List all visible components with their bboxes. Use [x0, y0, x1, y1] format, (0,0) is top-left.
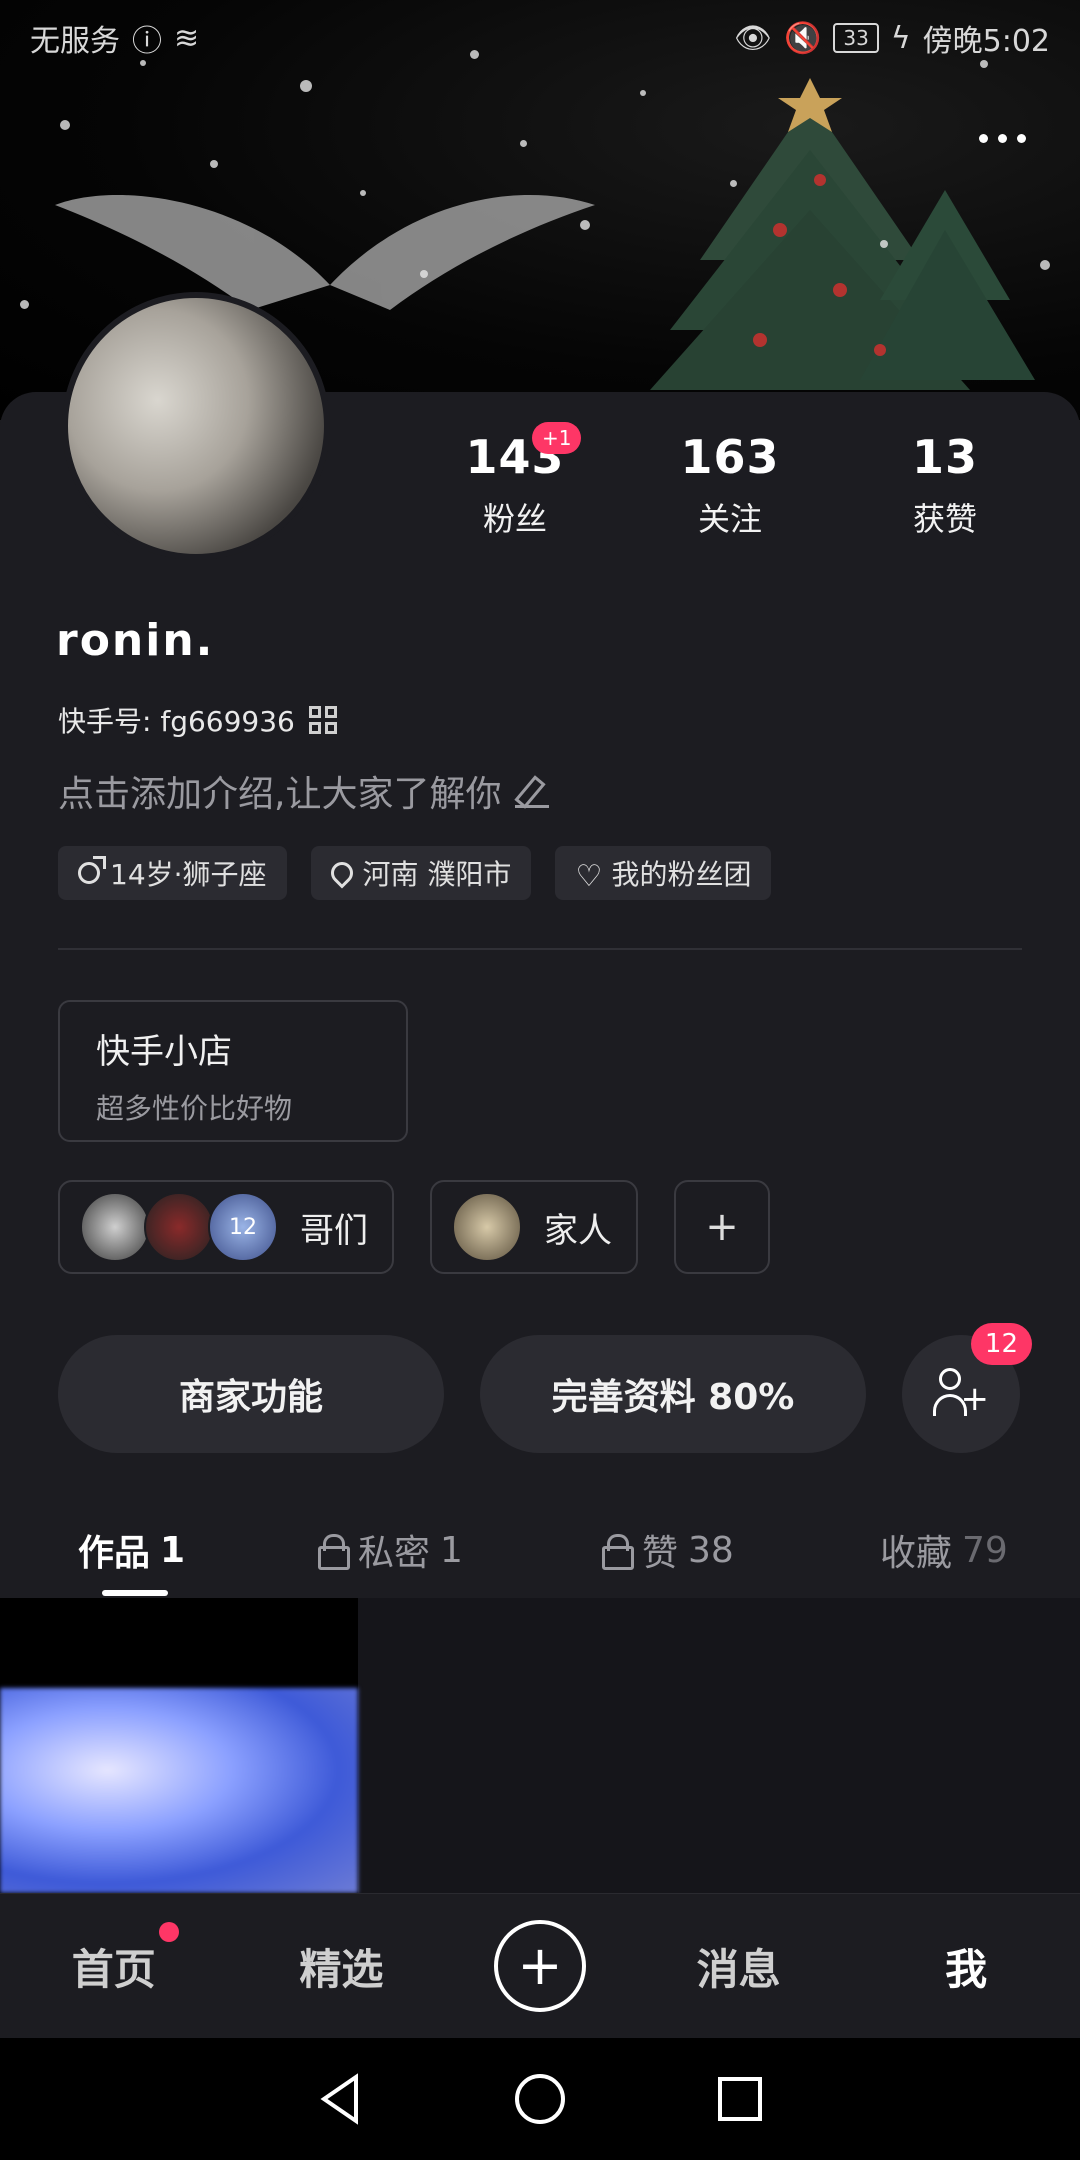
stat-followers[interactable]: 143 +1 粉丝 — [420, 422, 610, 540]
more-options-button[interactable] — [964, 120, 1040, 156]
stat-likes[interactable]: 13 获赞 — [850, 430, 1040, 540]
carrier-text: 无服务 — [30, 24, 120, 59]
tab-count: 38 — [688, 1529, 734, 1571]
bio-text: 点击添加介绍,让大家了解你 — [58, 774, 502, 815]
divider — [58, 948, 1022, 950]
stat-value: 163 — [680, 430, 780, 484]
tab-label: 作品 — [78, 1533, 151, 1574]
username: ronin. — [56, 615, 215, 666]
create-post-button[interactable]: + — [493, 1920, 586, 2012]
status-bar: 无服务 ⓘ ≋ 👁 🔇 33 ϟ 傍晚5:02 — [0, 0, 1080, 76]
more-dot-icon — [997, 133, 1007, 143]
nav-label: 我 — [945, 1944, 988, 1994]
nav-featured[interactable]: 精选 — [266, 1936, 416, 1997]
works-grid — [0, 1598, 1080, 1893]
shop-subtitle: 超多性价比好物 — [96, 1092, 293, 1125]
complete-profile-button[interactable]: 完善资料 80% — [480, 1335, 866, 1453]
mute-icon: 🔇 — [784, 20, 822, 56]
tag-label: 河南 濮阳市 — [362, 858, 512, 891]
kuaishou-shop-card[interactable]: 快手小店 超多性价比好物 — [58, 1000, 408, 1142]
lock-icon — [318, 1534, 350, 1570]
wifi-icon: ≋ — [174, 20, 200, 56]
alert-icon: ⓘ — [132, 24, 162, 59]
tab-favorites[interactable]: 收藏 79 — [880, 1524, 1008, 1576]
tag-age-zodiac[interactable]: 14岁·狮子座 — [58, 846, 287, 900]
content-tabs: 作品 1 私密 1 赞 38 收藏 79 — [0, 1500, 1080, 1600]
charging-icon: ϟ — [890, 20, 911, 56]
tab-count: 1 — [160, 1529, 186, 1571]
stat-following[interactable]: 163 关注 — [635, 430, 825, 540]
eye-icon: 👁 — [733, 20, 773, 56]
back-icon[interactable] — [310, 2069, 370, 2129]
nav-label: 消息 — [696, 1944, 781, 1994]
add-group-button[interactable]: + — [674, 1180, 770, 1274]
friend-groups: 12 哥们 家人 + — [58, 1180, 770, 1274]
tag-label: 我的粉丝团 — [611, 858, 752, 891]
clock-text: 傍晚5:02 — [922, 24, 1050, 59]
profile-stats: 143 +1 粉丝 163 关注 13 获赞 — [420, 422, 1040, 540]
tab-label: 收藏 — [880, 1533, 953, 1574]
profile-actions: 商家功能 完善资料 80% + 12 — [58, 1323, 1032, 1453]
qr-code-icon[interactable] — [308, 706, 337, 734]
nav-me[interactable]: 我 — [891, 1936, 1041, 1997]
edit-icon — [515, 774, 550, 808]
home-icon[interactable] — [510, 2069, 570, 2129]
tab-likes[interactable]: 赞 38 — [602, 1524, 734, 1576]
profile-tags: 14岁·狮子座 河南 濮阳市 我的粉丝团 — [58, 846, 772, 900]
more-dot-icon — [1016, 133, 1026, 143]
tag-location[interactable]: 河南 濮阳市 — [310, 846, 532, 900]
merchant-features-button[interactable]: 商家功能 — [58, 1335, 444, 1453]
bottom-navigation: 首页 精选 + 消息 我 — [0, 1893, 1080, 2038]
tag-fan-club[interactable]: 我的粉丝团 — [555, 846, 772, 900]
avatar[interactable] — [62, 292, 330, 560]
group-name: 哥们 — [300, 1210, 368, 1251]
work-thumbnail[interactable] — [0, 1598, 358, 1893]
active-tab-indicator — [102, 1590, 168, 1596]
group-avatar — [144, 1192, 214, 1262]
stat-label: 获赞 — [912, 500, 977, 538]
nav-label: 精选 — [299, 1944, 384, 1994]
group-family[interactable]: 家人 — [430, 1180, 638, 1274]
tab-count: 1 — [440, 1529, 463, 1571]
stat-value: 13 — [911, 430, 978, 484]
plus-icon: + — [517, 1934, 563, 1997]
nav-label: 首页 — [71, 1944, 156, 1994]
kuaishou-id-text: 快手号: fg669936 — [58, 705, 295, 738]
heart-icon — [575, 860, 601, 886]
tab-private[interactable]: 私密 1 — [318, 1524, 463, 1576]
group-avatar — [80, 1192, 150, 1262]
recent-apps-icon[interactable] — [710, 2069, 770, 2129]
tab-label: 私密 — [358, 1533, 431, 1574]
group-avatar — [452, 1192, 522, 1262]
male-icon — [78, 856, 106, 884]
tab-label: 赞 — [642, 1533, 679, 1574]
nav-home[interactable]: 首页 — [39, 1921, 189, 1997]
tab-count: 79 — [962, 1529, 1008, 1571]
shop-title: 快手小店 — [96, 1032, 232, 1072]
system-navigation-bar — [0, 2038, 1080, 2160]
plus-icon: + — [705, 1204, 739, 1250]
group-name: 家人 — [544, 1210, 612, 1251]
lock-icon — [602, 1534, 634, 1570]
group-buddies[interactable]: 12 哥们 — [58, 1180, 394, 1274]
add-friend-button[interactable]: + 12 — [902, 1323, 1032, 1453]
tag-label: 14岁·狮子座 — [110, 858, 267, 891]
kuaishou-id[interactable]: 快手号: fg669936 — [58, 700, 337, 740]
friend-request-badge: 12 — [970, 1323, 1032, 1365]
stat-label: 关注 — [697, 500, 762, 538]
stat-value: 143 — [465, 430, 565, 484]
new-followers-badge: +1 — [532, 422, 582, 454]
more-dot-icon — [978, 133, 988, 143]
thumbnail-image — [0, 1688, 358, 1893]
group-count-avatar: 12 — [208, 1192, 278, 1262]
bio-prompt[interactable]: 点击添加介绍,让大家了解你 — [58, 765, 550, 817]
battery-icon: 33 — [833, 23, 879, 53]
stat-label: 粉丝 — [482, 500, 547, 538]
tab-works[interactable]: 作品 1 — [78, 1524, 185, 1576]
location-icon — [325, 857, 358, 889]
person-add-icon: + — [933, 1366, 989, 1422]
nav-messages[interactable]: 消息 — [664, 1936, 814, 1997]
notification-dot — [158, 1921, 179, 1942]
